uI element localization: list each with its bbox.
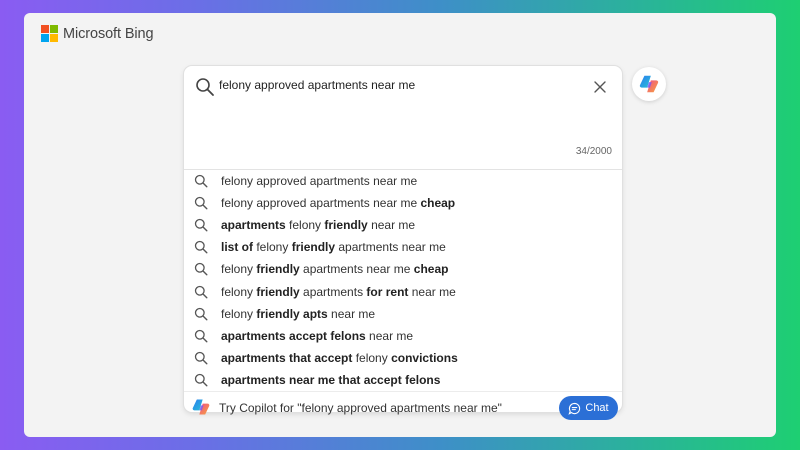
suggestion-text: apartments near me that accept felons bbox=[221, 373, 440, 387]
suggestion-text: apartments felony friendly near me bbox=[221, 218, 415, 232]
suggestion-list: felony approved apartments near me felony… bbox=[184, 170, 622, 391]
search-icon bbox=[194, 241, 208, 254]
suggestion-item[interactable]: felony friendly apts near me bbox=[184, 303, 622, 325]
copilot-prompt-row[interactable]: Try Copilot for "felony approved apartme… bbox=[184, 392, 622, 426]
suggestion-segment: near me bbox=[365, 328, 414, 343]
suggestion-segment: apartments near me bbox=[335, 240, 446, 255]
search-icon bbox=[194, 373, 208, 387]
copilot-prompt-text: Try Copilot for "felony approved apartme… bbox=[219, 401, 502, 415]
search-box: felony approved apartments near me 34/20… bbox=[184, 66, 622, 420]
suggestion-text: apartments accept felons near me bbox=[221, 329, 413, 343]
suggestion-segment: felony bbox=[221, 306, 257, 321]
suggestion-segment: felony bbox=[253, 240, 292, 255]
close-icon[interactable] bbox=[593, 80, 607, 94]
suggestion-segment: near me bbox=[367, 218, 416, 233]
suggestion-text: felony friendly apts near me bbox=[221, 307, 375, 321]
suggestion-highlight: apartments near me that accept felons bbox=[221, 372, 441, 387]
suggestion-highlight: friendly bbox=[256, 284, 300, 299]
suggestion-text: list of felony friendly apartments near … bbox=[221, 240, 446, 254]
suggestion-item[interactable]: felony approved apartments near me bbox=[184, 170, 622, 192]
brand-name: Microsoft Bing bbox=[63, 25, 154, 42]
suggestion-item[interactable]: felony friendly apartments near me cheap bbox=[184, 258, 622, 280]
suggestion-item[interactable]: apartments that accept felony conviction… bbox=[184, 347, 622, 369]
search-icon bbox=[194, 285, 208, 299]
chat-button[interactable]: Chat bbox=[559, 396, 618, 420]
suggestion-segment: felony approved apartments near me bbox=[221, 174, 418, 189]
suggestion-highlight: for rent bbox=[366, 284, 409, 299]
logo-square-red bbox=[41, 25, 49, 33]
search-icon bbox=[194, 351, 208, 365]
suggestion-highlight: friendly bbox=[291, 240, 336, 255]
suggestion-text: apartments that accept felony conviction… bbox=[221, 351, 458, 365]
suggestion-highlight: friendly bbox=[324, 218, 368, 233]
suggestion-item[interactable]: apartments near me that accept felons bbox=[184, 369, 622, 391]
chat-bubble-icon bbox=[568, 402, 581, 415]
search-icon bbox=[194, 263, 208, 276]
search-icon bbox=[194, 329, 208, 343]
logo-square-blue bbox=[41, 34, 49, 42]
search-icon bbox=[194, 174, 208, 188]
suggestion-highlight: list of bbox=[221, 240, 253, 255]
suggestion-item[interactable]: felony approved apartments near me cheap bbox=[184, 192, 622, 214]
browser-window: Microsoft Bing felony approved apartment… bbox=[24, 13, 776, 437]
suggestion-segment: near me bbox=[327, 306, 376, 321]
suggestion-text: felony approved apartments near me bbox=[221, 174, 417, 188]
suggestion-item[interactable]: felony friendly apartments for rent near… bbox=[184, 280, 622, 302]
search-icon bbox=[194, 219, 208, 232]
suggestion-highlight: apartments that accept bbox=[221, 350, 353, 365]
suggestion-highlight: friendly bbox=[256, 262, 300, 277]
suggestion-highlight: apartments bbox=[221, 218, 286, 233]
suggestion-item[interactable]: apartments felony friendly near me bbox=[184, 214, 622, 236]
suggestion-highlight: cheap bbox=[420, 196, 456, 211]
logo-square-green bbox=[50, 25, 58, 33]
suggestion-highlight: cheap bbox=[413, 262, 449, 277]
suggestion-text: felony friendly apartments near me cheap bbox=[221, 262, 448, 276]
suggestion-highlight: convictions bbox=[391, 350, 458, 365]
bing-logo[interactable]: Microsoft Bing bbox=[41, 25, 154, 42]
suggestion-item[interactable]: list of felony friendly apartments near … bbox=[184, 236, 622, 258]
suggestion-segment: felony bbox=[352, 350, 392, 365]
copilot-icon bbox=[639, 75, 659, 93]
suggestion-segment: felony bbox=[285, 218, 325, 233]
copilot-icon bbox=[192, 399, 210, 415]
search-icon bbox=[194, 196, 208, 210]
suggestion-highlight: apartments accept felons bbox=[221, 328, 366, 343]
suggestion-segment: apartments near me bbox=[299, 262, 414, 277]
chat-button-label: Chat bbox=[585, 402, 609, 414]
logo-square-yellow bbox=[50, 34, 58, 42]
suggestion-text: felony friendly apartments for rent near… bbox=[221, 285, 456, 299]
search-icon bbox=[196, 78, 214, 96]
suggestion-segment: felony bbox=[221, 262, 257, 277]
suggestion-item[interactable]: apartments accept felons near me bbox=[184, 325, 622, 347]
suggestion-highlight: friendly apts bbox=[256, 306, 328, 321]
suggestion-segment: felony approved apartments near me bbox=[221, 196, 421, 211]
suggestion-segment: apartments bbox=[299, 284, 367, 299]
microsoft-logo-icon bbox=[41, 25, 58, 42]
suggestion-segment: near me bbox=[408, 284, 456, 299]
character-counter: 34/2000 bbox=[575, 146, 612, 157]
copilot-button[interactable] bbox=[632, 67, 666, 101]
search-input[interactable]: felony approved apartments near me bbox=[219, 78, 415, 92]
suggestion-text: felony approved apartments near me cheap bbox=[221, 196, 455, 210]
search-icon bbox=[194, 307, 208, 321]
suggestion-segment: felony bbox=[221, 284, 257, 299]
